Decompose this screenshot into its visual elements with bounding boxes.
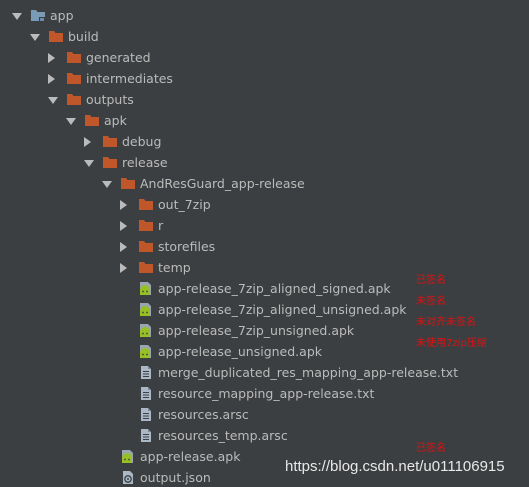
tree-row[interactable]: r — [0, 215, 529, 236]
apk-file-icon — [138, 344, 154, 359]
tree-item-label: intermediates — [86, 71, 173, 86]
project-tree: app build generated intermediates output… — [0, 5, 529, 487]
folder-icon — [138, 260, 154, 275]
text-file-icon — [138, 365, 154, 380]
tree-row[interactable]: storefiles — [0, 236, 529, 257]
folder-icon — [66, 50, 82, 65]
module-folder-icon — [30, 8, 46, 23]
tree-row[interactable]: resources_temp.arsc — [0, 425, 529, 446]
folder-icon — [138, 197, 154, 212]
tree-row[interactable]: debug — [0, 131, 529, 152]
folder-icon — [102, 155, 118, 170]
expand-arrow-right-icon[interactable] — [120, 221, 127, 231]
tree-item-label: build — [68, 29, 99, 44]
expand-arrow-down-icon[interactable] — [30, 34, 40, 41]
expand-arrow-right-icon[interactable] — [120, 242, 127, 252]
tree-row[interactable]: build — [0, 26, 529, 47]
tree-item-label: resource_mapping_app-release.txt — [158, 386, 375, 401]
expand-arrow-right-icon[interactable] — [120, 200, 127, 210]
tree-item-label: r — [158, 218, 164, 233]
tree-item-label: merge_duplicated_res_mapping_app-release… — [158, 365, 459, 380]
expand-arrow-down-icon[interactable] — [48, 97, 58, 104]
tree-row[interactable]: temp — [0, 257, 529, 278]
folder-icon — [138, 239, 154, 254]
tree-item-label: resources.arsc — [158, 407, 249, 422]
apk-file-icon — [138, 302, 154, 317]
expand-arrow-down-icon[interactable] — [12, 13, 22, 20]
tree-item-label: debug — [122, 134, 162, 149]
tree-item-label: AndResGuard_app-release — [140, 176, 305, 191]
folder-icon — [48, 29, 64, 44]
tree-item-label: generated — [86, 50, 151, 65]
folder-icon — [138, 218, 154, 233]
text-file-icon — [138, 428, 154, 443]
expand-arrow-down-icon[interactable] — [84, 160, 94, 167]
expand-arrow-down-icon[interactable] — [102, 181, 112, 188]
tree-item-label: app-release.apk — [140, 449, 241, 464]
tree-item-label: app-release_unsigned.apk — [158, 344, 322, 359]
expand-arrow-right-icon[interactable] — [84, 137, 91, 147]
json-file-icon — [120, 470, 136, 485]
tree-row[interactable]: outputs — [0, 89, 529, 110]
tree-item-label: app — [50, 8, 74, 23]
tree-row[interactable]: apk — [0, 110, 529, 131]
tree-row[interactable]: release — [0, 152, 529, 173]
apk-file-icon — [138, 323, 154, 338]
folder-icon — [66, 92, 82, 107]
text-file-icon — [138, 386, 154, 401]
tree-item-label: out_7zip — [158, 197, 211, 212]
red-annotation: 未使用7zip压缩 — [416, 338, 487, 349]
expand-arrow-down-icon[interactable] — [66, 118, 76, 125]
tree-item-label: app-release_7zip_aligned_signed.apk — [158, 281, 391, 296]
folder-icon — [120, 176, 136, 191]
expand-arrow-right-icon[interactable] — [48, 53, 55, 63]
tree-item-label: app-release_7zip_aligned_unsigned.apk — [158, 302, 407, 317]
tree-item-label: app-release_7zip_unsigned.apk — [158, 323, 355, 338]
tree-item-label: temp — [158, 260, 191, 275]
folder-icon — [102, 134, 118, 149]
expand-arrow-right-icon[interactable] — [48, 74, 55, 84]
tree-row[interactable]: out_7zip — [0, 194, 529, 215]
tree-item-label: output.json — [140, 470, 211, 485]
folder-icon — [66, 71, 82, 86]
tree-item-label: apk — [104, 113, 127, 128]
tree-row[interactable]: generated — [0, 47, 529, 68]
tree-item-label: resources_temp.arsc — [158, 428, 288, 443]
tree-row[interactable]: resource_mapping_app-release.txt — [0, 383, 529, 404]
tree-item-label: outputs — [86, 92, 134, 107]
tree-row[interactable]: app-release_7zip_aligned_signed.apk — [0, 278, 529, 299]
tree-row[interactable]: intermediates — [0, 68, 529, 89]
red-annotation: 未签名 — [416, 296, 446, 307]
tree-row[interactable]: AndResGuard_app-release — [0, 173, 529, 194]
watermark: https://blog.csdn.net/u011106915 — [285, 458, 505, 475]
folder-icon — [84, 113, 100, 128]
red-annotation: 已签名 — [416, 443, 446, 454]
red-annotation: 已签名 — [416, 275, 446, 286]
apk-file-icon — [138, 281, 154, 296]
red-annotation: 未对齐未签名 — [416, 317, 476, 328]
tree-row[interactable]: resources.arsc — [0, 404, 529, 425]
tree-row[interactable]: app — [0, 5, 529, 26]
tree-row[interactable]: merge_duplicated_res_mapping_app-release… — [0, 362, 529, 383]
tree-item-label: storefiles — [158, 239, 216, 254]
text-file-icon — [138, 407, 154, 422]
apk-file-icon — [120, 449, 136, 464]
expand-arrow-right-icon[interactable] — [120, 263, 127, 273]
tree-item-label: release — [122, 155, 168, 170]
